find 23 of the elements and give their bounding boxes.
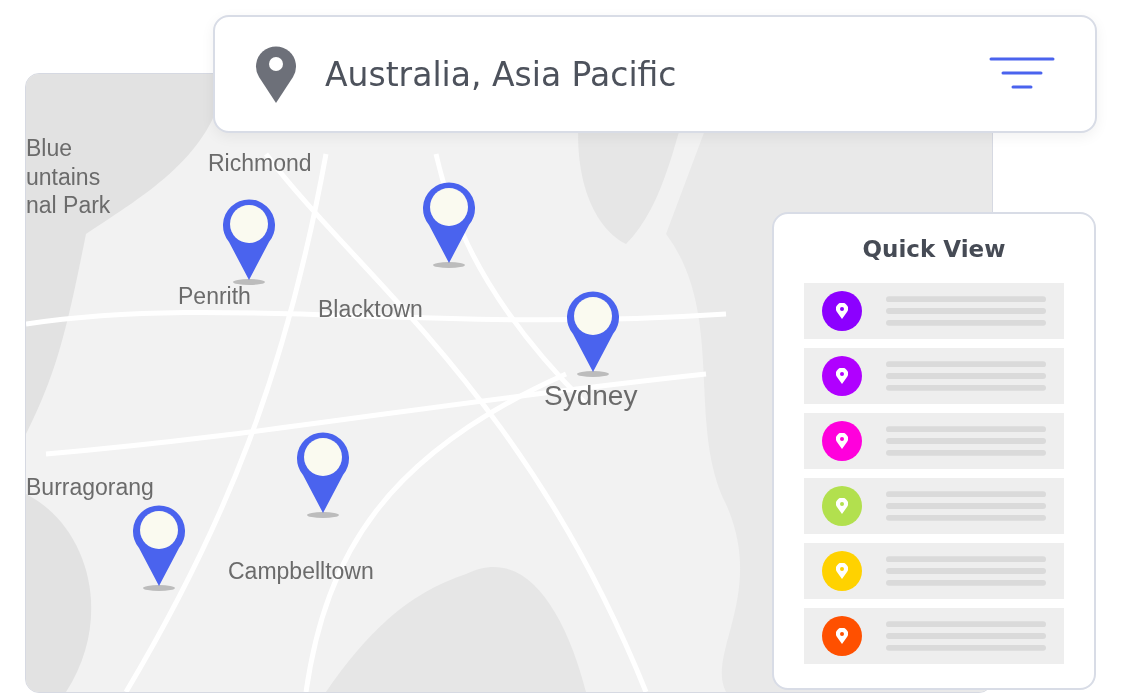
map-pin-icon[interactable] bbox=[295, 429, 351, 519]
location-list-item[interactable] bbox=[804, 348, 1064, 404]
search-field[interactable]: Australia, Asia Pacific bbox=[325, 54, 961, 94]
map-label: Campbelltown bbox=[228, 560, 374, 583]
filter-icon[interactable] bbox=[989, 56, 1055, 92]
map-label: untains bbox=[26, 166, 101, 189]
map-pin-icon[interactable] bbox=[565, 288, 621, 378]
location-list-item[interactable] bbox=[804, 608, 1064, 664]
map-pin-icon[interactable] bbox=[421, 179, 477, 269]
map-label: Penrith bbox=[178, 285, 251, 308]
location-list-item[interactable] bbox=[804, 283, 1064, 339]
quick-view-title: Quick View bbox=[861, 236, 1007, 262]
map-label: Burragorang bbox=[26, 476, 154, 499]
map-label: Blue bbox=[26, 137, 73, 160]
location-list-item[interactable] bbox=[804, 413, 1064, 469]
location-pin-icon bbox=[255, 45, 297, 103]
map-pin-icon[interactable] bbox=[131, 502, 187, 592]
map-label: Blacktown bbox=[318, 298, 423, 321]
map-pin-icon[interactable] bbox=[221, 196, 277, 286]
search-bar[interactable]: Australia, Asia Pacific bbox=[213, 15, 1097, 133]
map-label: nal Park bbox=[26, 194, 111, 217]
map-label: Richmond bbox=[208, 152, 312, 175]
map-label: Sydney bbox=[544, 382, 638, 410]
